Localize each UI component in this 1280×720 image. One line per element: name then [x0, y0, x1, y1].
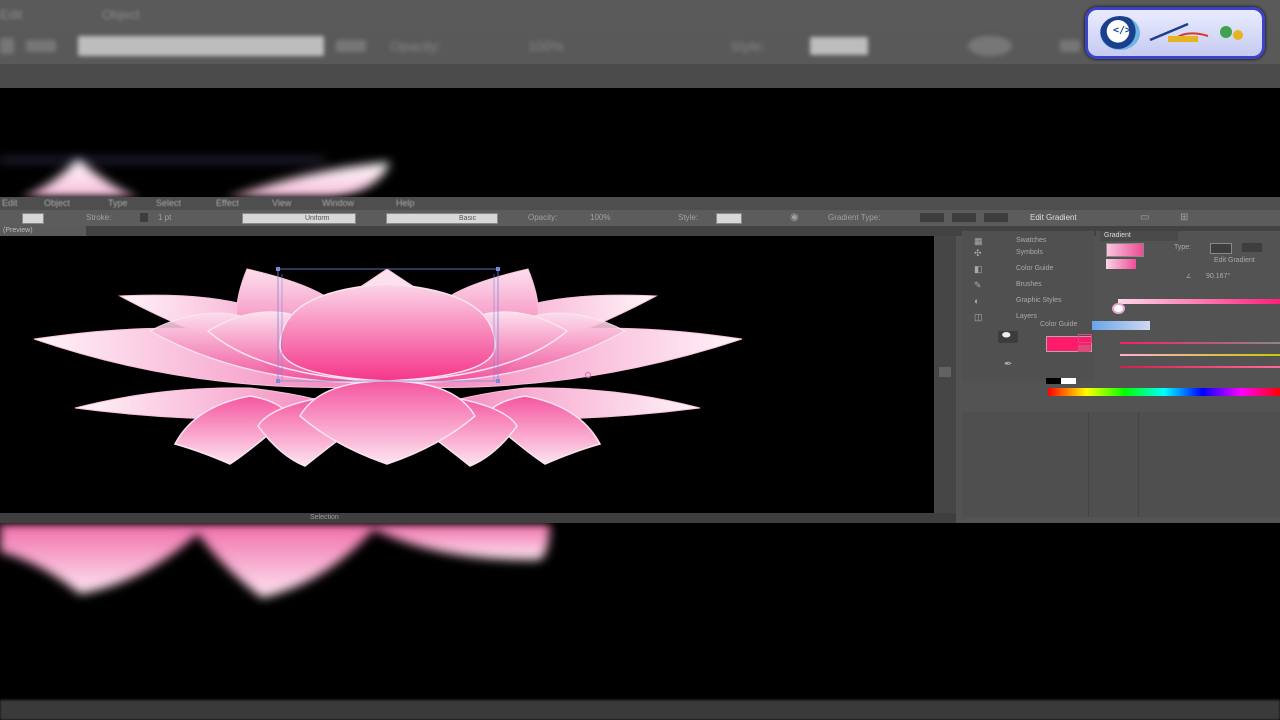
opacity-label: Opacity:	[528, 213, 558, 222]
menubar: Edit Object Type Select Effect View Wind…	[0, 197, 1280, 210]
panel-swatches[interactable]: ▦ Swatches	[968, 235, 1088, 247]
background-lotus-top	[0, 158, 390, 200]
transform-icon[interactable]: ⊞	[1180, 210, 1188, 226]
panel-graphic-styles[interactable]: ◐ Graphic Styles	[968, 295, 1088, 307]
radial-gradient-button[interactable]	[1242, 243, 1262, 252]
panel-symbols[interactable]: ✣ Symbols	[968, 247, 1088, 259]
eyedropper-icon[interactable]: ✒	[1004, 359, 1012, 370]
fill-box[interactable]	[22, 213, 44, 224]
stroke-label: Stroke:	[86, 213, 112, 222]
background-tab-strip	[0, 64, 1280, 88]
stroke-color-swatch[interactable]	[1078, 334, 1092, 343]
vertical-scroll-thumb[interactable]	[939, 367, 951, 377]
control-bar: Stroke: 1 pt Uniform Basic Opacity: 100%…	[0, 210, 1280, 226]
stroke-value[interactable]: 1 pt	[158, 210, 171, 226]
panel-brushes[interactable]: ✎ Brushes	[968, 279, 1088, 291]
illustrator-window: Edit Object Type Select Effect View Wind…	[0, 197, 1280, 523]
stroke-stepper[interactable]	[140, 213, 148, 222]
collapsed-panel-dock: ▦ Swatches ✣ Symbols ◧ Color Guide ✎ Bru…	[962, 231, 1094, 381]
gradient-fill-swatch[interactable]	[1106, 259, 1136, 269]
brush-definition[interactable]: Basic	[386, 213, 498, 224]
bg-menu-item: Object	[102, 7, 140, 22]
menu-select[interactable]: Select	[156, 197, 181, 210]
color-slider-r[interactable]	[1120, 342, 1280, 344]
gradient-panel-tab[interactable]: Gradient	[1100, 231, 1178, 241]
gradient-type-label: Gradient Type:	[828, 213, 881, 222]
align-icon[interactable]: ▭	[1140, 210, 1149, 226]
petal-front-center	[299, 380, 476, 465]
channel-logo: </>	[1085, 7, 1265, 59]
bg-opacity-label: Opacity:	[390, 38, 442, 54]
menu-type[interactable]: Type	[108, 197, 128, 210]
menu-edit[interactable]: Edit	[2, 197, 18, 210]
symbols-icon: ✣	[974, 248, 982, 258]
color-guide-icon: ◧	[974, 264, 983, 274]
variable-width-profile[interactable]: Uniform	[242, 213, 356, 224]
color-panel-tab[interactable]: Color Guide	[1040, 321, 1077, 328]
swatches-icon: ▦	[974, 236, 983, 246]
gradient-type-label: Type:	[1174, 244, 1192, 251]
bg-style-label: Style:	[730, 38, 766, 54]
color-spectrum[interactable]	[1048, 388, 1280, 396]
gradient-panel: Gradient Type: Edit Gradient ∠ 90.167°	[1096, 231, 1280, 381]
lower-panel-area	[962, 412, 1280, 517]
color-slider-g[interactable]	[1120, 354, 1280, 356]
edit-gradient-button[interactable]: Edit Gradient	[1030, 210, 1077, 226]
uniform-label: Uniform	[305, 215, 330, 222]
menu-effect[interactable]: Effect	[216, 197, 239, 210]
status-text: Selection	[310, 514, 339, 521]
background-lotus-bottom	[0, 522, 550, 598]
style-swatch[interactable]	[716, 213, 742, 224]
linear-gradient-button[interactable]	[1210, 243, 1232, 254]
code-brackets-icon: </>	[1113, 25, 1132, 36]
gradient-angle-value[interactable]: 90.167°	[1206, 273, 1230, 280]
opacity-value[interactable]: 100%	[590, 210, 610, 226]
menu-help[interactable]: Help	[396, 197, 415, 210]
brushes-icon: ✎	[974, 280, 982, 290]
recolor-icon[interactable]: ◉	[790, 210, 799, 226]
black-white-swatch[interactable]	[1046, 378, 1076, 384]
edit-gradient-label[interactable]: Edit Gradient	[1214, 257, 1255, 264]
gradient-type-linear[interactable]	[920, 213, 944, 222]
artboard-canvas[interactable]	[0, 236, 934, 513]
gradient-slider[interactable]	[1118, 299, 1280, 304]
color-mode-swatch[interactable]	[1092, 321, 1150, 330]
gradient-type-radial[interactable]	[952, 213, 976, 222]
background-bottom-bar	[0, 700, 1280, 720]
gradient-tool-icon[interactable]: ⬬	[998, 330, 1018, 343]
panel-color-guide[interactable]: ◧ Color Guide	[968, 263, 1088, 275]
bg-menu-item: Edit	[0, 7, 23, 22]
logo-brand-mark	[1149, 22, 1243, 42]
gradient-type-freeform[interactable]	[984, 213, 1008, 222]
layers-icon: ◫	[974, 312, 983, 322]
basic-label: Basic	[459, 215, 477, 222]
style-label: Style:	[678, 213, 699, 222]
document-tab[interactable]: (Preview)	[0, 226, 86, 236]
lotus-artwork[interactable]	[0, 236, 934, 513]
gradient-stop-start[interactable]	[1112, 303, 1125, 314]
menu-window[interactable]: Window	[322, 197, 354, 210]
none-swatch[interactable]	[1078, 345, 1090, 352]
menu-view[interactable]: View	[272, 197, 291, 210]
color-slider-b[interactable]	[1120, 366, 1280, 368]
gradient-preview-swatch[interactable]	[1106, 243, 1144, 257]
status-bar: Selection	[0, 513, 956, 523]
bg-opacity-value: 100%	[528, 38, 564, 54]
angle-icon: ∠	[1186, 274, 1192, 280]
menu-object[interactable]: Object	[44, 197, 70, 210]
graphic-styles-icon: ◐	[974, 296, 980, 306]
